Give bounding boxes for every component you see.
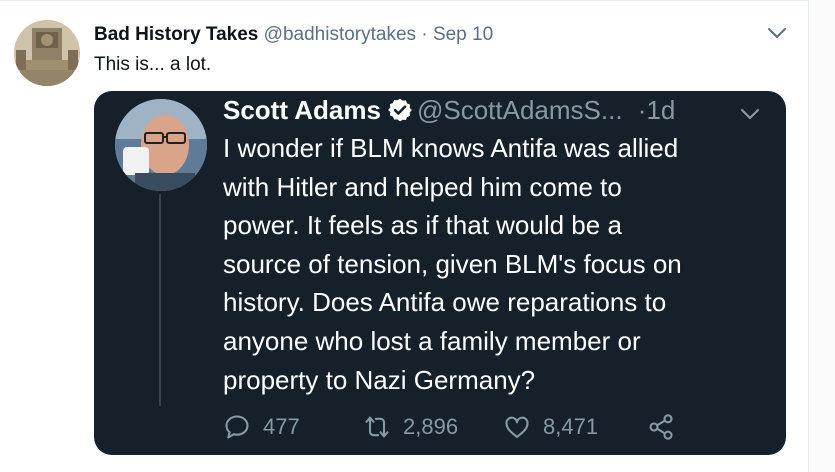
retweet-icon [365, 416, 389, 438]
text-line: power. It feels as if that would be a [223, 210, 622, 241]
text-line: history. Does Antifa owe reparations to [223, 287, 667, 318]
author-handle[interactable]: @badhistorytakes [264, 24, 416, 45]
share-button[interactable] [647, 413, 687, 441]
author-avatar[interactable] [14, 20, 80, 86]
chevron-down-icon[interactable] [766, 24, 788, 42]
reply-icon [225, 415, 249, 439]
chevron-down-icon[interactable] [738, 104, 762, 124]
quoted-tweet-time[interactable]: 1d [646, 95, 675, 125]
tweet-header: Bad History Takes @badhistorytakes · Sep… [94, 24, 493, 46]
right-gutter [809, 0, 835, 472]
tweet-date[interactable]: Sep 10 [433, 24, 493, 45]
retweet-button[interactable]: 2,896 [363, 413, 458, 441]
quoted-author-name[interactable]: Scott Adams [223, 95, 381, 125]
quoted-tweet-header: Scott Adams @ScottAdamsS... ·1d [223, 95, 675, 126]
retweet-count: 2,896 [403, 414, 459, 439]
like-count: 8,471 [543, 414, 599, 439]
verified-badge-icon [387, 97, 413, 123]
text-line: with Hitler and helped him come to [223, 171, 622, 202]
reply-count: 477 [263, 414, 300, 439]
text-line: property to Nazi Germany? [223, 364, 536, 395]
text-line: I wonder if BLM knows Antifa was allied [223, 133, 679, 163]
quoted-author-avatar[interactable] [115, 99, 207, 191]
text-line: source of tension, given BLM's focus on [223, 248, 682, 279]
quoted-author-handle[interactable]: @ScottAdamsS... [417, 95, 623, 125]
tweet-text: This is... a lot. [94, 54, 212, 75]
quoted-tweet-text: I wonder if BLM knows Antifa was allied … [223, 129, 763, 399]
like-button[interactable]: 8,471 [503, 413, 598, 441]
text-line: anyone who lost a family member or [223, 325, 641, 356]
separator-dot: · [421, 24, 428, 45]
thread-line [159, 194, 161, 406]
reply-button[interactable]: 477 [223, 413, 300, 441]
tweet-actions: 477 2,896 8,471 [223, 413, 783, 447]
author-name[interactable]: Bad History Takes [94, 24, 258, 45]
top-divider [0, 0, 810, 1]
like-icon [505, 416, 529, 438]
quoted-tweet-card[interactable]: Scott Adams @ScottAdamsS... ·1d I wonder … [94, 91, 786, 455]
share-icon [649, 414, 673, 440]
